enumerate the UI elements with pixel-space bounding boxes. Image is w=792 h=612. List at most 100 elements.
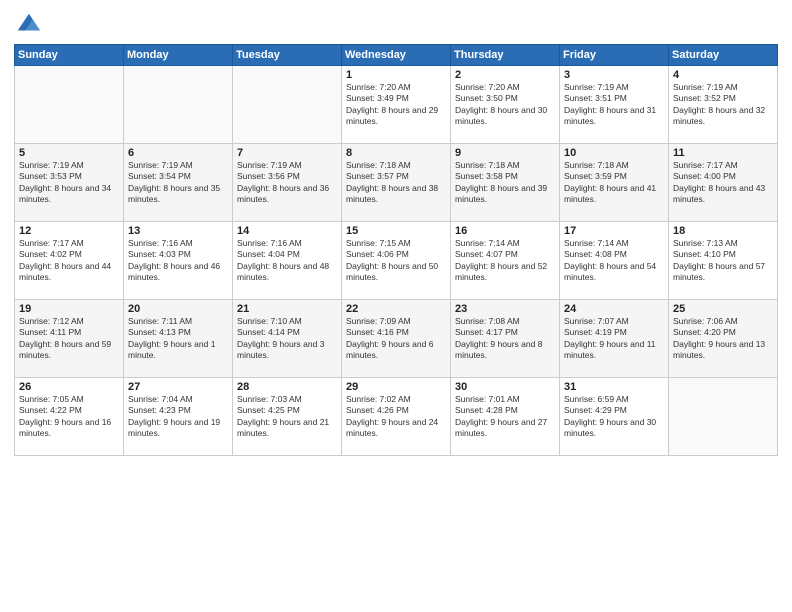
- week-row-1: 1Sunrise: 7:20 AM Sunset: 3:49 PM Daylig…: [15, 66, 778, 144]
- day-number: 9: [455, 147, 555, 159]
- day-cell: 14Sunrise: 7:16 AM Sunset: 4:04 PM Dayli…: [233, 222, 342, 300]
- calendar-table: SundayMondayTuesdayWednesdayThursdayFrid…: [14, 44, 778, 456]
- day-cell: 8Sunrise: 7:18 AM Sunset: 3:57 PM Daylig…: [342, 144, 451, 222]
- day-number: 11: [673, 147, 773, 159]
- day-cell: 20Sunrise: 7:11 AM Sunset: 4:13 PM Dayli…: [124, 300, 233, 378]
- day-info: Sunrise: 7:01 AM Sunset: 4:28 PM Dayligh…: [455, 394, 555, 440]
- day-info: Sunrise: 7:02 AM Sunset: 4:26 PM Dayligh…: [346, 394, 446, 440]
- day-number: 25: [673, 303, 773, 315]
- day-cell: 9Sunrise: 7:18 AM Sunset: 3:58 PM Daylig…: [451, 144, 560, 222]
- day-cell: 29Sunrise: 7:02 AM Sunset: 4:26 PM Dayli…: [342, 378, 451, 456]
- day-info: Sunrise: 7:14 AM Sunset: 4:07 PM Dayligh…: [455, 238, 555, 284]
- day-info: Sunrise: 6:59 AM Sunset: 4:29 PM Dayligh…: [564, 394, 664, 440]
- day-info: Sunrise: 7:05 AM Sunset: 4:22 PM Dayligh…: [19, 394, 119, 440]
- day-info: Sunrise: 7:10 AM Sunset: 4:14 PM Dayligh…: [237, 316, 337, 362]
- day-number: 6: [128, 147, 228, 159]
- day-number: 29: [346, 381, 446, 393]
- day-number: 5: [19, 147, 119, 159]
- header: [14, 10, 778, 38]
- col-header-saturday: Saturday: [669, 45, 778, 66]
- logo: [14, 10, 45, 38]
- day-number: 4: [673, 69, 773, 81]
- day-cell: 23Sunrise: 7:08 AM Sunset: 4:17 PM Dayli…: [451, 300, 560, 378]
- day-cell: 12Sunrise: 7:17 AM Sunset: 4:02 PM Dayli…: [15, 222, 124, 300]
- day-number: 1: [346, 69, 446, 81]
- day-info: Sunrise: 7:19 AM Sunset: 3:51 PM Dayligh…: [564, 82, 664, 128]
- day-cell: 15Sunrise: 7:15 AM Sunset: 4:06 PM Dayli…: [342, 222, 451, 300]
- day-cell: 25Sunrise: 7:06 AM Sunset: 4:20 PM Dayli…: [669, 300, 778, 378]
- day-number: 10: [564, 147, 664, 159]
- day-info: Sunrise: 7:17 AM Sunset: 4:00 PM Dayligh…: [673, 160, 773, 206]
- day-cell: 4Sunrise: 7:19 AM Sunset: 3:52 PM Daylig…: [669, 66, 778, 144]
- day-info: Sunrise: 7:04 AM Sunset: 4:23 PM Dayligh…: [128, 394, 228, 440]
- day-number: 13: [128, 225, 228, 237]
- day-number: 14: [237, 225, 337, 237]
- day-info: Sunrise: 7:19 AM Sunset: 3:54 PM Dayligh…: [128, 160, 228, 206]
- header-row: SundayMondayTuesdayWednesdayThursdayFrid…: [15, 45, 778, 66]
- day-number: 2: [455, 69, 555, 81]
- day-info: Sunrise: 7:16 AM Sunset: 4:03 PM Dayligh…: [128, 238, 228, 284]
- day-number: 22: [346, 303, 446, 315]
- day-cell: 22Sunrise: 7:09 AM Sunset: 4:16 PM Dayli…: [342, 300, 451, 378]
- day-info: Sunrise: 7:20 AM Sunset: 3:49 PM Dayligh…: [346, 82, 446, 128]
- day-info: Sunrise: 7:15 AM Sunset: 4:06 PM Dayligh…: [346, 238, 446, 284]
- day-number: 3: [564, 69, 664, 81]
- day-number: 8: [346, 147, 446, 159]
- day-number: 12: [19, 225, 119, 237]
- day-info: Sunrise: 7:03 AM Sunset: 4:25 PM Dayligh…: [237, 394, 337, 440]
- day-number: 16: [455, 225, 555, 237]
- day-info: Sunrise: 7:20 AM Sunset: 3:50 PM Dayligh…: [455, 82, 555, 128]
- day-cell: 7Sunrise: 7:19 AM Sunset: 3:56 PM Daylig…: [233, 144, 342, 222]
- day-number: 15: [346, 225, 446, 237]
- col-header-monday: Monday: [124, 45, 233, 66]
- day-cell: 30Sunrise: 7:01 AM Sunset: 4:28 PM Dayli…: [451, 378, 560, 456]
- day-cell: [15, 66, 124, 144]
- day-cell: 19Sunrise: 7:12 AM Sunset: 4:11 PM Dayli…: [15, 300, 124, 378]
- day-info: Sunrise: 7:19 AM Sunset: 3:52 PM Dayligh…: [673, 82, 773, 128]
- day-cell: [669, 378, 778, 456]
- col-header-wednesday: Wednesday: [342, 45, 451, 66]
- day-cell: 28Sunrise: 7:03 AM Sunset: 4:25 PM Dayli…: [233, 378, 342, 456]
- day-cell: 24Sunrise: 7:07 AM Sunset: 4:19 PM Dayli…: [560, 300, 669, 378]
- day-info: Sunrise: 7:19 AM Sunset: 3:56 PM Dayligh…: [237, 160, 337, 206]
- day-cell: 3Sunrise: 7:19 AM Sunset: 3:51 PM Daylig…: [560, 66, 669, 144]
- day-info: Sunrise: 7:17 AM Sunset: 4:02 PM Dayligh…: [19, 238, 119, 284]
- day-cell: 21Sunrise: 7:10 AM Sunset: 4:14 PM Dayli…: [233, 300, 342, 378]
- day-cell: 6Sunrise: 7:19 AM Sunset: 3:54 PM Daylig…: [124, 144, 233, 222]
- day-cell: [233, 66, 342, 144]
- day-info: Sunrise: 7:18 AM Sunset: 3:57 PM Dayligh…: [346, 160, 446, 206]
- day-info: Sunrise: 7:19 AM Sunset: 3:53 PM Dayligh…: [19, 160, 119, 206]
- day-info: Sunrise: 7:18 AM Sunset: 3:58 PM Dayligh…: [455, 160, 555, 206]
- day-number: 31: [564, 381, 664, 393]
- day-number: 28: [237, 381, 337, 393]
- day-info: Sunrise: 7:16 AM Sunset: 4:04 PM Dayligh…: [237, 238, 337, 284]
- day-number: 7: [237, 147, 337, 159]
- day-number: 18: [673, 225, 773, 237]
- day-number: 27: [128, 381, 228, 393]
- page: SundayMondayTuesdayWednesdayThursdayFrid…: [0, 0, 792, 612]
- week-row-4: 19Sunrise: 7:12 AM Sunset: 4:11 PM Dayli…: [15, 300, 778, 378]
- day-cell: 27Sunrise: 7:04 AM Sunset: 4:23 PM Dayli…: [124, 378, 233, 456]
- day-info: Sunrise: 7:11 AM Sunset: 4:13 PM Dayligh…: [128, 316, 228, 362]
- week-row-5: 26Sunrise: 7:05 AM Sunset: 4:22 PM Dayli…: [15, 378, 778, 456]
- logo-icon: [14, 10, 42, 38]
- day-cell: 10Sunrise: 7:18 AM Sunset: 3:59 PM Dayli…: [560, 144, 669, 222]
- col-header-thursday: Thursday: [451, 45, 560, 66]
- day-number: 21: [237, 303, 337, 315]
- day-number: 19: [19, 303, 119, 315]
- day-info: Sunrise: 7:13 AM Sunset: 4:10 PM Dayligh…: [673, 238, 773, 284]
- day-info: Sunrise: 7:14 AM Sunset: 4:08 PM Dayligh…: [564, 238, 664, 284]
- day-info: Sunrise: 7:07 AM Sunset: 4:19 PM Dayligh…: [564, 316, 664, 362]
- day-number: 30: [455, 381, 555, 393]
- day-number: 26: [19, 381, 119, 393]
- col-header-friday: Friday: [560, 45, 669, 66]
- day-cell: 11Sunrise: 7:17 AM Sunset: 4:00 PM Dayli…: [669, 144, 778, 222]
- week-row-3: 12Sunrise: 7:17 AM Sunset: 4:02 PM Dayli…: [15, 222, 778, 300]
- day-info: Sunrise: 7:12 AM Sunset: 4:11 PM Dayligh…: [19, 316, 119, 362]
- day-cell: 13Sunrise: 7:16 AM Sunset: 4:03 PM Dayli…: [124, 222, 233, 300]
- day-number: 17: [564, 225, 664, 237]
- col-header-tuesday: Tuesday: [233, 45, 342, 66]
- day-info: Sunrise: 7:18 AM Sunset: 3:59 PM Dayligh…: [564, 160, 664, 206]
- day-cell: 17Sunrise: 7:14 AM Sunset: 4:08 PM Dayli…: [560, 222, 669, 300]
- day-cell: 2Sunrise: 7:20 AM Sunset: 3:50 PM Daylig…: [451, 66, 560, 144]
